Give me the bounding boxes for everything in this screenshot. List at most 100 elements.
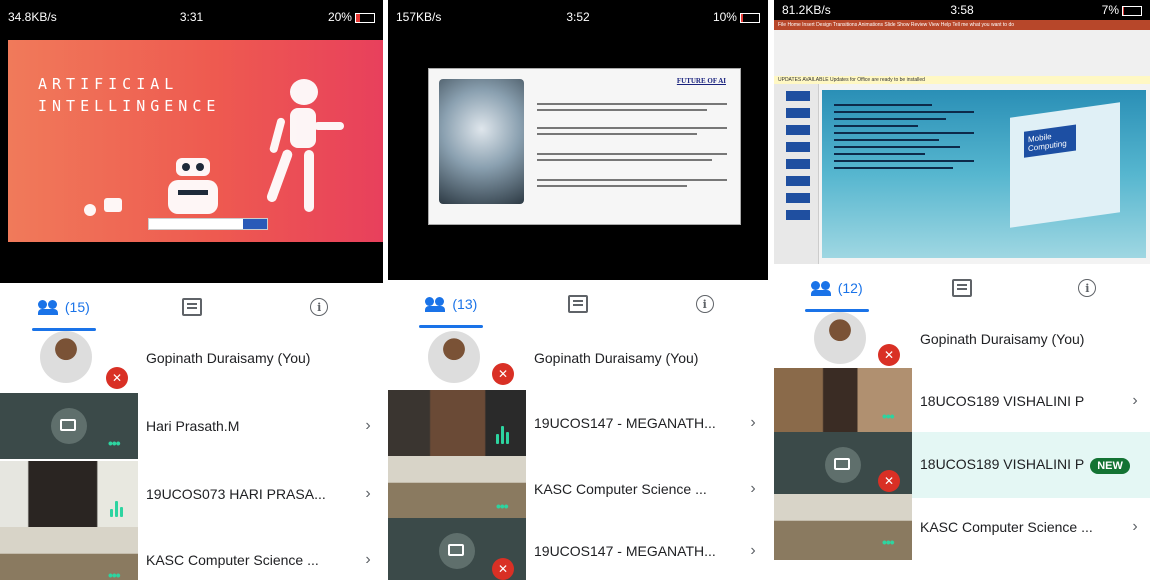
chevron-right-icon[interactable]: ›: [353, 551, 383, 569]
mic-off-icon: ✕: [878, 470, 900, 492]
avatar: [428, 331, 480, 383]
meeting-tabs: (13) i: [388, 280, 768, 328]
info-icon: i: [695, 295, 714, 313]
participant-row[interactable]: ✕ Gopinath Duraisamy (You): [388, 325, 768, 391]
battery-percent: 10%: [712, 10, 737, 24]
participant-row[interactable]: ✕ 18UCOS189 VISHALINI P NEW: [774, 432, 1150, 498]
battery-percent: 7%: [1101, 3, 1119, 17]
participant-row[interactable]: ✕ Gopinath Duraisamy (You): [0, 325, 383, 391]
more-icon: •••: [108, 435, 121, 451]
clock: 3:58: [950, 3, 974, 17]
tab-people[interactable]: (12): [774, 264, 899, 312]
participant-name: 19UCOS073 HARI PRASA...: [146, 486, 326, 502]
meeting-tabs: (12) i: [774, 264, 1150, 312]
tab-info[interactable]: i: [1025, 264, 1150, 312]
chevron-right-icon[interactable]: ›: [1120, 518, 1150, 536]
tab-people[interactable]: (15): [0, 283, 128, 331]
tab-chat[interactable]: [128, 283, 256, 331]
participant-row[interactable]: ••• KASC Computer Science ... ›: [388, 456, 768, 522]
chat-icon: [568, 295, 588, 313]
slide-text-line: [537, 103, 727, 105]
participant-thumb: [388, 390, 526, 456]
speaking-icon: [496, 426, 510, 444]
mic-off-icon: ✕: [878, 344, 900, 366]
participant-row[interactable]: 19UCOS147 - MEGANATH... ›: [388, 390, 768, 456]
participant-video: [774, 368, 912, 434]
robot-image: [439, 79, 524, 204]
present-screen-icon: [439, 533, 475, 569]
participant-video: [388, 390, 526, 456]
battery-indicator: 7%: [1022, 3, 1142, 17]
participant-name: KASC Computer Science ...: [146, 552, 319, 568]
participant-row[interactable]: ✕ Gopinath Duraisamy (You): [774, 306, 1150, 372]
participant-name: Gopinath Duraisamy (You): [534, 350, 699, 366]
people-icon: [810, 281, 833, 296]
participant-row[interactable]: ••• 18UCOS189 VISHALINI P ›: [774, 368, 1150, 434]
slide-search-bar: [148, 218, 268, 230]
battery-icon: [739, 12, 760, 23]
tab-chat[interactable]: [899, 264, 1024, 312]
battery-indicator: 20%: [253, 10, 375, 24]
search-button-graphic: [243, 219, 267, 229]
participant-count: (15): [64, 299, 90, 315]
tab-people[interactable]: (13): [388, 280, 515, 328]
presentation-slide: ARTIFICIAL INTELLINGENCE: [8, 40, 383, 242]
participant-count: (13): [452, 296, 478, 312]
update-notice: UPDATES AVAILABLE Updates for Office are…: [774, 76, 1150, 84]
participant-thumb: ✕: [774, 432, 912, 498]
participant-name: Hari Prasath.M: [146, 418, 240, 434]
participant-name: 18UCOS189 VISHALINI P NEW: [912, 456, 1150, 474]
chevron-right-icon[interactable]: ›: [738, 414, 768, 432]
phone-screen-3: 81.2KB/s 3:58 7% File Home Insert Design…: [774, 0, 1150, 580]
slide-graphic-label: Mobile Computing: [1024, 124, 1076, 158]
participant-name: KASC Computer Science ...: [534, 481, 707, 497]
chevron-right-icon[interactable]: ›: [738, 542, 768, 560]
network-speed: 157KB/s: [396, 10, 442, 24]
participant-thumb: •••: [0, 527, 138, 580]
battery-indicator: 10%: [639, 10, 760, 24]
chevron-right-icon[interactable]: ›: [353, 485, 383, 503]
meeting-tabs: (15) i: [0, 283, 383, 331]
slide-text-line: [537, 179, 727, 181]
slide-text-line: [537, 133, 697, 135]
people-icon: [37, 300, 60, 315]
clock: 3:31: [179, 10, 204, 24]
speaking-icon: [110, 499, 124, 517]
participant-row[interactable]: ••• KASC Computer Science ... ›: [774, 494, 1150, 560]
participant-thumb: ✕: [388, 518, 526, 580]
robot-illustration: [84, 79, 344, 216]
phone-screen-2: 157KB/s 3:52 10% FUTURE OF AI (13) i ✕ G…: [388, 0, 768, 580]
mic-off-icon: ✕: [492, 558, 514, 580]
tab-info[interactable]: i: [641, 280, 768, 328]
presentation-slide: FUTURE OF AI: [428, 68, 741, 225]
participant-row[interactable]: ••• Hari Prasath.M ›: [0, 393, 383, 459]
more-icon: •••: [882, 408, 895, 424]
participant-row[interactable]: ••• KASC Computer Science ... ›: [0, 527, 383, 580]
slide-text-line: [537, 153, 727, 155]
participant-thumb: •••: [0, 393, 138, 459]
battery-icon: [354, 12, 375, 23]
participant-thumb: ✕: [0, 325, 138, 391]
chevron-right-icon[interactable]: ›: [738, 480, 768, 498]
participant-name-text: 18UCOS189 VISHALINI P: [920, 456, 1085, 473]
slide-text-line: [537, 109, 707, 111]
chevron-right-icon[interactable]: ›: [1120, 392, 1150, 410]
status-bar: 34.8KB/s 3:31 20%: [0, 0, 383, 34]
powerpoint-window: File Home Insert Design Transitions Anim…: [774, 20, 1150, 264]
slide-text-line: [537, 127, 727, 129]
participant-row[interactable]: 19UCOS073 HARI PRASA... ›: [0, 461, 383, 527]
participant-thumb: ✕: [388, 325, 526, 391]
participant-thumb: ✕: [774, 306, 912, 372]
mic-off-icon: ✕: [106, 367, 128, 389]
clock: 3:52: [566, 10, 590, 24]
tab-info[interactable]: i: [255, 283, 383, 331]
chevron-right-icon[interactable]: ›: [353, 417, 383, 435]
network-speed: 34.8KB/s: [8, 10, 57, 24]
participant-thumb: •••: [774, 368, 912, 434]
slide-graphic: Mobile Computing: [1010, 102, 1120, 228]
tab-chat[interactable]: [515, 280, 642, 328]
avatar: [814, 312, 866, 364]
participant-row[interactable]: ✕ 19UCOS147 - MEGANATH... ›: [388, 518, 768, 580]
participant-thumb: •••: [388, 456, 526, 522]
battery-percent: 20%: [327, 10, 352, 24]
